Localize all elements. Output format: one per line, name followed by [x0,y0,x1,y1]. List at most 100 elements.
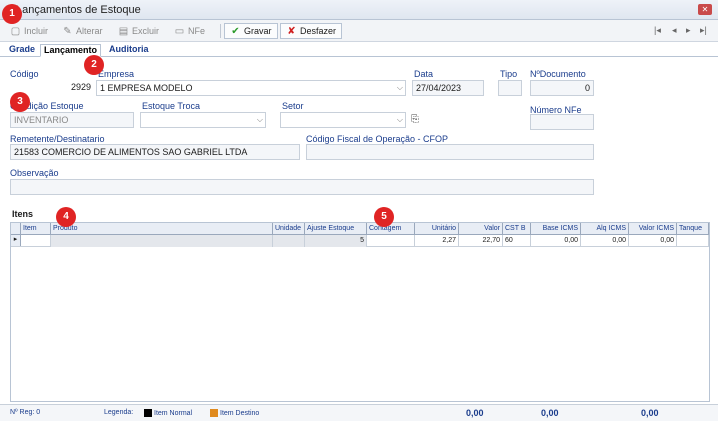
desfazer-label: Desfazer [300,26,337,36]
codigo-label: Código [10,69,39,79]
legend-destino-swatch [210,409,218,417]
incluir-label: Incluir [24,26,49,36]
edit-icon: ✎ [63,25,72,37]
cell-produto[interactable] [51,235,273,247]
numero-nfe-field[interactable] [530,114,594,130]
estoque-troca-select[interactable]: ⌵ [140,112,266,128]
nav-last-button[interactable]: ▸| [700,25,707,36]
data-label: Data [414,69,434,79]
cell-valor[interactable]: 22,70 [459,235,503,247]
nav-first-button[interactable]: |◂ [654,25,661,36]
condicao-estoque-select[interactable]: INVENTARIO [10,112,134,128]
cfop-label: Código Fiscal de Operação - CFOP [306,134,449,144]
tipo-label: Tipo [500,69,518,79]
condicao-estoque-value: INVENTARIO [14,115,69,125]
desfazer-button[interactable]: ✘ Desfazer [280,23,343,39]
remetente-field[interactable]: 21583 COMERCIO DE ALIMENTOS SAO GABRIEL … [10,144,300,160]
excluir-label: Excluir [132,26,160,36]
column-header-alq-icms[interactable]: Alq ICMS [581,223,629,235]
cfop-field[interactable] [306,144,594,160]
ndocumento-field[interactable]: 0 [530,80,594,96]
column-header-tanque[interactable]: Tanque [677,223,709,235]
table-row[interactable]: 5 2,27 22,70 60 0,00 0,00 0,00 [11,235,709,247]
legend-destino: Item Destino [210,409,259,417]
search-picker-icon[interactable]: ⎘ [411,114,419,125]
legend-normal: Item Normal [144,409,192,417]
cell-unitario[interactable]: 2,27 [415,235,459,247]
cell-valor-icms[interactable]: 0,00 [629,235,677,247]
setor-label: Setor [282,101,304,111]
column-header-valor[interactable]: Valor [459,223,503,235]
new-document-icon: ▢ [10,25,21,37]
cell-unidade[interactable] [273,235,305,247]
delete-icon: ▤ [118,25,129,37]
observacao-label: Observação [10,168,59,178]
tab-auditoria[interactable]: Auditoria [106,44,152,57]
excluir-button[interactable]: ▤ Excluir [118,23,159,39]
legend-label: Legenda: [104,409,134,416]
chevron-down-icon: ⌵ [396,83,403,92]
undo-x-icon: ✘ [287,25,296,37]
chevron-down-icon: ⌵ [256,115,263,124]
cell-base-icms[interactable]: 0,00 [531,235,581,247]
gravar-button[interactable]: ✔ Gravar [224,23,278,39]
alterar-label: Alterar [76,26,103,36]
column-header-unitario[interactable]: Unitário [415,223,459,235]
toolbar-separator [220,24,221,38]
tab-strip: Grade Lançamento Auditoria [0,43,718,57]
data-field[interactable]: 27/04/2023 [412,80,484,96]
record-count: Nº Reg: 0 [10,409,41,416]
toolbar: ▢ Incluir ✎ Alterar ▤ Excluir ▭ NFe ✔ Gr… [0,20,718,42]
empresa-select[interactable]: 1 EMPRESA MODELO ⌵ [96,80,406,96]
nfe-button[interactable]: ▭ NFe [174,23,205,39]
column-header-produto[interactable]: Produto [51,223,273,235]
annotation-badge: 2 [84,55,104,75]
cell-contagem[interactable] [367,235,415,247]
annotation-badge: 3 [10,92,30,112]
column-header-unidade[interactable]: Unidade [273,223,305,235]
column-header-item[interactable]: Item [21,223,51,235]
tab-grade[interactable]: Grade [6,44,38,57]
remetente-label: Remetente/Destinatario [10,134,105,144]
legend-normal-swatch [144,409,152,417]
gravar-label: Gravar [244,26,272,36]
cell-tanque[interactable] [677,235,709,247]
items-grid[interactable]: Item Produto Unidade Ajuste Estoque Cont… [10,222,710,402]
nav-next-button[interactable]: ▸ [686,25,691,36]
annotation-badge: 4 [56,207,76,227]
tipo-field[interactable] [498,80,522,96]
cell-ajuste[interactable]: 5 [305,235,367,247]
grid-header: Item Produto Unidade Ajuste Estoque Cont… [11,223,709,235]
invoice-icon: ▭ [174,25,185,37]
empresa-value: 1 EMPRESA MODELO [100,83,193,93]
cell-item[interactable] [21,235,51,247]
cell-alq-icms[interactable]: 0,00 [581,235,629,247]
close-icon[interactable]: ✕ [698,4,712,15]
column-header-ajuste[interactable]: Ajuste Estoque [305,223,367,235]
title-bar: Lançamentos de Estoque ✕ [0,0,718,20]
ndocumento-label: NºDocumento [530,69,586,79]
incluir-button[interactable]: ▢ Incluir [10,23,48,39]
total-base-icms: 0,00 [541,408,559,418]
alterar-button[interactable]: ✎ Alterar [62,23,103,39]
cell-cst[interactable]: 60 [503,235,531,247]
nav-prev-button[interactable]: ◂ [672,25,677,36]
nfe-label: NFe [188,26,206,36]
observacao-field[interactable] [10,179,594,195]
itens-label: Itens [12,209,34,219]
column-header-contagem[interactable]: Contagem [367,223,415,235]
window-title: Lançamentos de Estoque [16,4,141,16]
total-valor: 0,00 [466,408,484,418]
column-header-cst[interactable]: CST B [503,223,531,235]
column-header-valor-icms[interactable]: Valor ICMS [629,223,677,235]
total-valor-icms: 0,00 [641,408,659,418]
checkmark-icon: ✔ [231,25,240,37]
annotation-badge: 1 [2,4,22,24]
legend-normal-label: Item Normal [154,409,193,417]
column-header-base-icms[interactable]: Base ICMS [531,223,581,235]
empresa-label: Empresa [98,69,135,79]
legend-destino-label: Item Destino [220,409,260,417]
chevron-down-icon: ⌵ [396,115,403,124]
setor-select[interactable]: ⌵ [280,112,406,128]
lancamento-form: Código 2929 Empresa 1 EMPRESA MODELO ⌵ D… [0,58,718,208]
